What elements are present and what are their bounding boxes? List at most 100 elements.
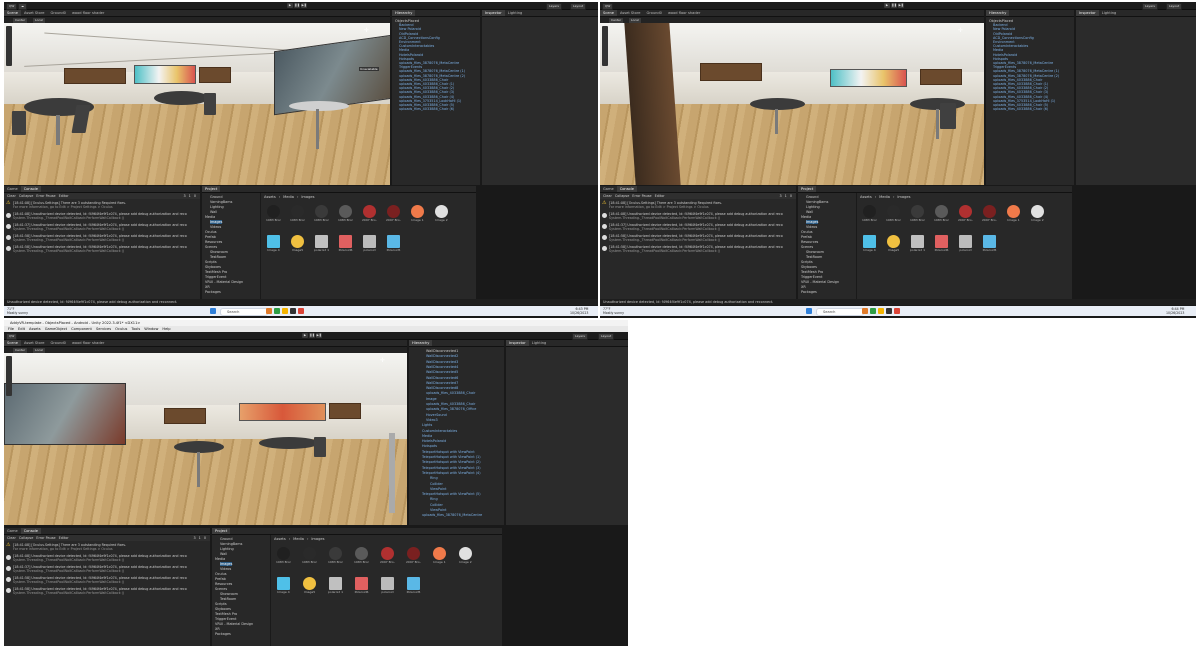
project-folder-item[interactable]: VarningBams — [220, 542, 242, 546]
project-folder-item[interactable]: Packages — [801, 290, 817, 294]
project-folder-item[interactable]: Wall — [220, 552, 227, 556]
scene-view[interactable]: ✛ Unavailable — [4, 23, 390, 185]
unity-icon[interactable] — [290, 308, 296, 314]
windows-start-icon[interactable] — [806, 308, 812, 314]
project-folder-item[interactable]: Showroom — [220, 592, 238, 596]
tab-hierarchy[interactable]: Hierarchy — [986, 10, 1010, 16]
project-folder-item[interactable]: TriggerEvent — [801, 275, 822, 279]
project-folder-item[interactable]: Scenes — [205, 245, 217, 249]
account-button[interactable]: QW — [602, 3, 614, 10]
menu-edit[interactable]: Edit — [18, 327, 25, 331]
project-folder-item[interactable]: Showroom — [806, 250, 824, 254]
project-folder-item[interactable]: Prefab — [215, 577, 226, 581]
hierarchy-item[interactable]: HoverSound — [426, 413, 447, 417]
asset-thumbnail[interactable]: 1983 Bronze — [338, 205, 353, 222]
tab-project[interactable]: Project — [212, 528, 231, 534]
hierarchy-item[interactable]: CustomInteractables — [422, 429, 457, 433]
asset-thumbnail[interactable]: 1983 Bronze — [910, 205, 925, 222]
project-folder-item[interactable]: XR — [801, 285, 806, 289]
tab-asset-store[interactable]: Asset Store — [21, 340, 47, 346]
tool-palette[interactable] — [602, 26, 608, 66]
project-folder-item[interactable]: XR — [215, 627, 220, 631]
project-folder-item[interactable]: Wall — [806, 210, 813, 214]
hierarchy-item[interactable]: uploads_files_3878076_Office — [426, 407, 476, 411]
app-icon[interactable] — [274, 308, 280, 314]
asset-thumbnail[interactable]: 1983 Bronze — [302, 547, 317, 564]
project-folder-item[interactable]: Lighting — [220, 547, 234, 551]
layout-dropdown[interactable]: Layout — [570, 3, 587, 10]
tab-asset-store[interactable]: Asset Store — [617, 10, 643, 16]
hierarchy-item[interactable]: TeleportHotspot with ViewPoint (4) — [422, 471, 481, 475]
pause-icon[interactable]: ❚❚ — [294, 3, 300, 8]
project-folder-item[interactable]: Images — [806, 220, 819, 224]
taskbar-search-input[interactable]: Search — [220, 308, 268, 316]
project-folder-item[interactable]: TextMesh Pro — [215, 612, 237, 616]
asset-thumbnail[interactable]: Image 1 — [432, 547, 447, 564]
unity-icon[interactable] — [886, 308, 892, 314]
hierarchy-item[interactable]: TeleportHotspot with ViewPoint (3) — [422, 466, 481, 470]
project-folder-item[interactable]: TestRoom — [210, 255, 226, 259]
project-folder-item[interactable]: Showroom — [210, 250, 228, 254]
tab-scene[interactable]: Scene — [600, 10, 617, 16]
project-folder-item[interactable]: Images — [210, 220, 223, 224]
hierarchy-item[interactable]: Video3 — [426, 418, 438, 422]
tab-inspector[interactable]: Inspector — [482, 10, 505, 16]
asset-thumbnail[interactable]: Image 2 — [1030, 205, 1045, 222]
tab-lighting[interactable]: Lighting — [529, 340, 550, 346]
windows-start-icon[interactable] — [210, 308, 216, 314]
project-folder-item[interactable]: Media — [205, 215, 215, 219]
project-folder-item[interactable]: Images — [220, 562, 233, 566]
project-folder-item[interactable]: Scripts — [215, 602, 227, 606]
project-folder-item[interactable]: TestRoom — [806, 255, 822, 259]
project-folder-item[interactable]: TextMesh Pro — [205, 270, 227, 274]
cloud-icon[interactable]: ☁ — [18, 3, 27, 10]
asset-thumbnail[interactable]: Image 4 — [266, 235, 281, 252]
project-folder-item[interactable]: VRUI - Material Design — [205, 280, 243, 284]
asset-thumbnail[interactable]: 1983 Bronze — [886, 205, 901, 222]
app-icon[interactable] — [266, 308, 272, 314]
hierarchy-item[interactable]: WallDisconnected3 — [426, 360, 458, 364]
taskbar-clock[interactable]: 6:43 PM 10/26/2023 — [570, 307, 588, 315]
orientation-gizmo-icon[interactable]: ✛ — [380, 357, 385, 364]
tool-palette[interactable] — [6, 356, 12, 396]
console-error-pause-button[interactable]: Error Pause — [36, 194, 55, 198]
app-icon[interactable] — [870, 308, 876, 314]
layers-dropdown[interactable]: Layers — [572, 333, 588, 340]
hierarchy-item[interactable]: TeleportHotspot with ViewPoint — [422, 450, 475, 454]
play-icon[interactable]: ▶ — [287, 3, 293, 8]
weather-widget[interactable]: 77°F Mostly sunny — [603, 307, 624, 315]
tab-scene[interactable]: Scene — [4, 10, 21, 16]
hierarchy-item[interactable]: uploads_files_3878076_MetaCentre — [422, 513, 482, 517]
hierarchy-item[interactable]: Image — [426, 397, 437, 401]
project-folder-item[interactable]: VRUI - Material Design — [801, 280, 839, 284]
layers-dropdown[interactable]: Layers — [546, 3, 562, 10]
tab-lighting[interactable]: Lighting — [505, 10, 526, 16]
project-folder-item[interactable]: VarningBams — [210, 200, 232, 204]
asset-thumbnail[interactable]: polaroid 1 — [328, 577, 343, 594]
tab-hierarchy[interactable]: Hierarchy — [409, 340, 433, 346]
console-clear-button[interactable]: Clear — [7, 194, 16, 198]
hierarchy-item[interactable]: uploads_files_4033886_Chair (6) — [399, 107, 454, 111]
asset-thumbnail[interactable]: Image 4 — [862, 235, 877, 252]
hierarchy-item[interactable]: uploads_files_4033886_Chair — [426, 391, 475, 395]
asset-thumbnail[interactable]: Polaroid5 — [982, 235, 997, 252]
console-editor-button[interactable]: Editor — [655, 194, 665, 198]
tab-wood-floor-shader[interactable]: wood floor shader — [69, 340, 107, 346]
project-folder-item[interactable]: XR — [205, 285, 210, 289]
hierarchy-item[interactable]: WallDisconnected1 — [426, 349, 458, 353]
asset-thumbnail[interactable]: Polaroid6 — [338, 235, 353, 252]
project-folder-item[interactable]: Ground — [806, 195, 818, 199]
hierarchy-item[interactable]: WallDisconnected8 — [426, 386, 458, 390]
console-count-warnings[interactable]: 1 — [785, 194, 787, 198]
project-folder-item[interactable]: Oculus — [205, 230, 217, 234]
asset-thumbnail[interactable]: 2097 Bro... — [362, 205, 377, 222]
hierarchy-item[interactable]: uploads_files_4033886_Chair (6) — [993, 107, 1048, 111]
hierarchy-item[interactable]: uploads_files_4033886_Chair — [426, 402, 475, 406]
project-folder-item[interactable]: Skyboxes — [215, 607, 231, 611]
asset-thumbnail[interactable]: Image 1 — [410, 205, 425, 222]
asset-thumbnail[interactable]: Image5 — [290, 235, 305, 252]
asset-thumbnail[interactable]: Polaroid5 — [406, 577, 421, 594]
hierarchy-item[interactable]: TeleportHotspot with ViewPoint (2) — [422, 460, 481, 464]
console-editor-button[interactable]: Editor — [59, 194, 69, 198]
breadcrumb-item[interactable]: Media — [283, 195, 294, 199]
